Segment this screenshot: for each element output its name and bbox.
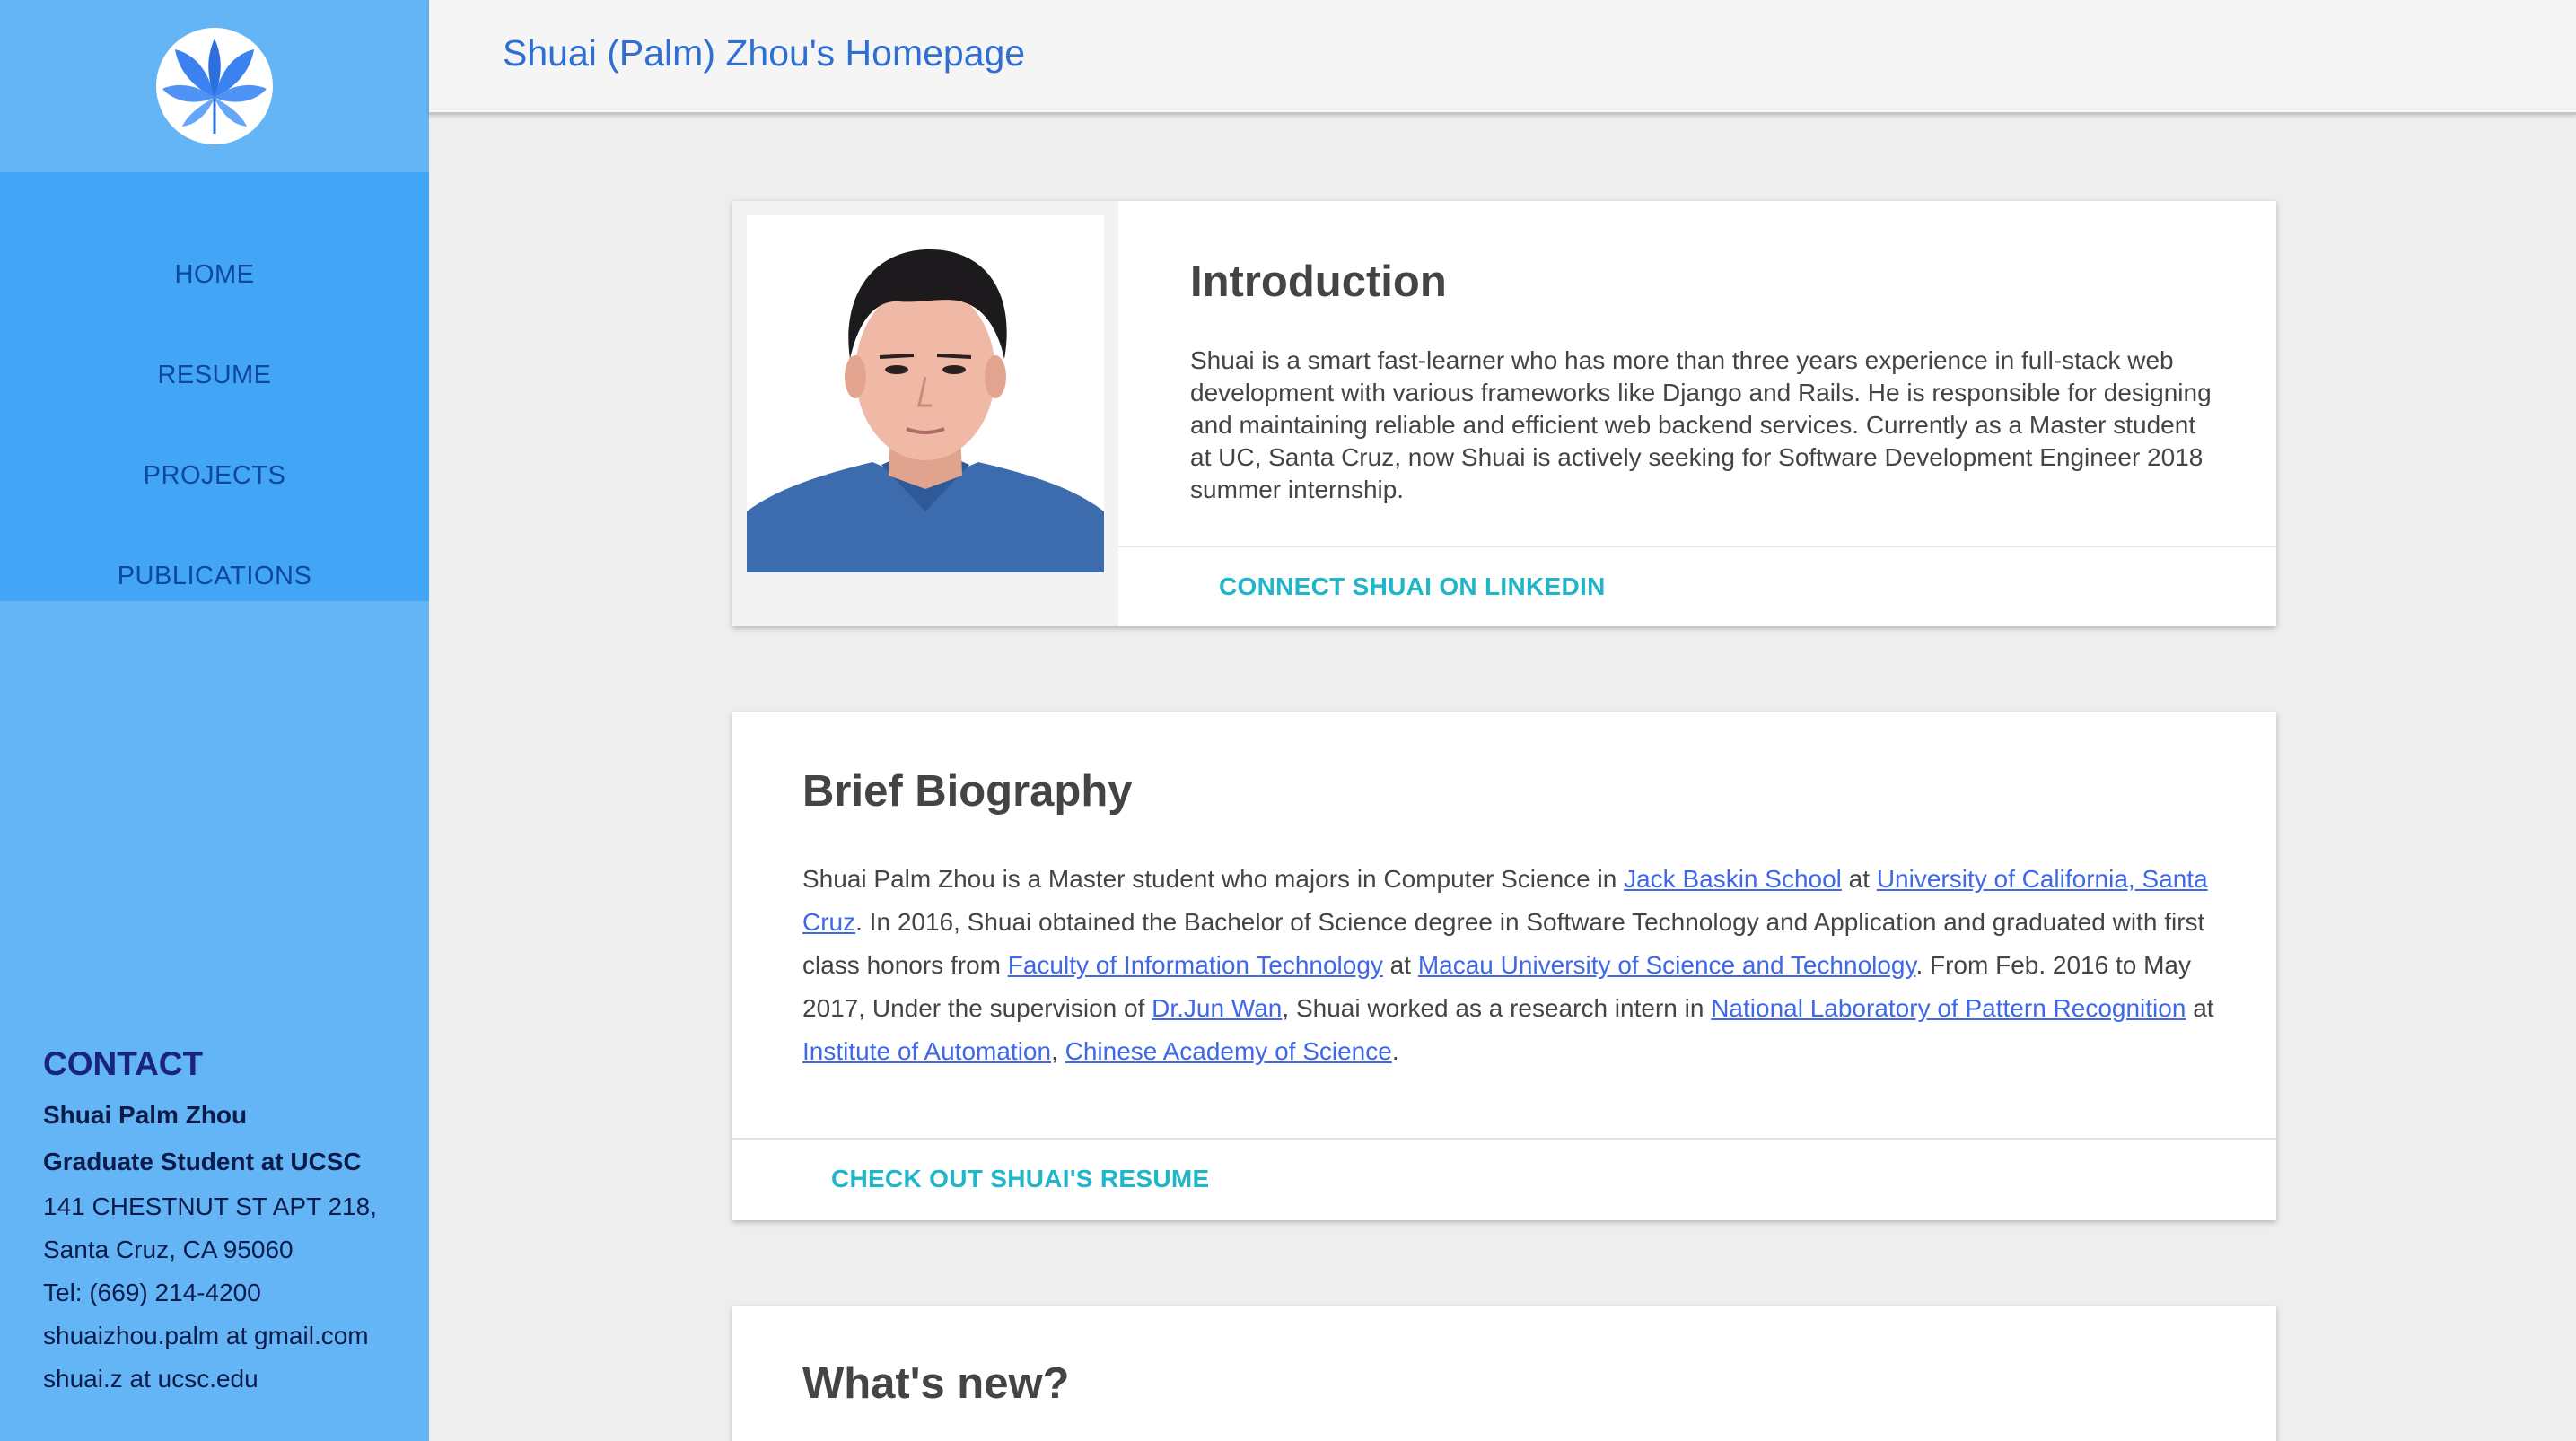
link-faculty-of-information-technology[interactable]: Faculty of Information Technology xyxy=(1008,951,1383,979)
bio-text-segment: , xyxy=(1051,1037,1065,1065)
contact-role: Graduate Student at UCSC xyxy=(43,1148,362,1175)
contact-tel: Tel: (669) 214-4200 xyxy=(43,1279,261,1306)
bio-text-segment: at xyxy=(1841,865,1877,893)
link-jack-baskin-school[interactable]: Jack Baskin School xyxy=(1624,865,1842,893)
bio-text-segment: at xyxy=(1382,951,1418,979)
nav-item-projects[interactable]: PROJECTS xyxy=(0,425,429,526)
bio-text-segment: . xyxy=(1391,1037,1399,1065)
profile-photo-panel xyxy=(732,201,1118,626)
sidebar: HOME RESUME PROJECTS PUBLICATIONS CONTAC… xyxy=(0,0,429,1441)
leaf-logo-icon[interactable] xyxy=(156,28,273,144)
page-title[interactable]: Shuai (Palm) Zhou's Homepage xyxy=(503,32,1025,74)
contact-address-line1: 141 CHESTNUT ST APT 218, xyxy=(43,1192,377,1220)
link-macau-university[interactable]: Macau University of Science and Technolo… xyxy=(1418,951,1916,979)
logo-area xyxy=(0,0,429,172)
page: HOME RESUME PROJECTS PUBLICATIONS CONTAC… xyxy=(0,0,2576,1441)
check-out-resume-button[interactable]: CHECK OUT SHUAI'S RESUME xyxy=(831,1165,1209,1193)
introduction-content: Introduction Shuai is a smart fast-learn… xyxy=(1118,201,2276,626)
link-institute-of-automation[interactable]: Institute of Automation xyxy=(802,1037,1051,1065)
contact-address-line2: Santa Cruz, CA 95060 xyxy=(43,1236,294,1263)
contact-title: CONTACT xyxy=(43,1045,204,1082)
biography-title: Brief Biography xyxy=(802,767,1133,816)
biography-divider xyxy=(732,1138,2276,1140)
introduction-text: Shuai is a smart fast-learner who has mo… xyxy=(1190,346,2212,503)
contact-name: Shuai Palm Zhou xyxy=(43,1101,248,1129)
introduction-divider xyxy=(1118,546,2276,547)
nav-item-home[interactable]: HOME xyxy=(0,224,429,325)
bio-text-segment: Shuai Palm Zhou is a Master student who … xyxy=(802,865,1625,893)
contact-section: CONTACT Shuai Palm Zhou Graduate Student… xyxy=(43,1045,377,1401)
connect-linkedin-button[interactable]: CONNECT SHUAI ON LINKEDIN xyxy=(1219,572,1606,601)
profile-photo xyxy=(747,215,1104,572)
introduction-title: Introduction xyxy=(1190,258,1447,306)
whats-new-card: What's new? xyxy=(732,1306,2276,1441)
biography-card: Brief Biography Shuai Palm Zhou is a Mas… xyxy=(732,712,2276,1220)
link-national-laboratory-pattern-recognition[interactable]: National Laboratory of Pattern Recogniti… xyxy=(1711,994,2186,1022)
contact-email-gmail: shuaizhou.palm at gmail.com xyxy=(43,1322,369,1349)
contact-email-ucsc: shuai.z at ucsc.edu xyxy=(43,1365,258,1393)
top-header: Shuai (Palm) Zhou's Homepage xyxy=(429,0,2576,115)
introduction-card: Introduction Shuai is a smart fast-learn… xyxy=(732,201,2276,626)
biography-text: Shuai Palm Zhou is a Master student who … xyxy=(802,858,2221,1073)
link-chinese-academy-of-science[interactable]: Chinese Academy of Science xyxy=(1065,1037,1392,1065)
nav-item-resume[interactable]: RESUME xyxy=(0,325,429,425)
bio-text-segment: at xyxy=(2186,994,2214,1022)
link-dr-jun-wan[interactable]: Dr.Jun Wan xyxy=(1152,994,1282,1022)
sidebar-nav: HOME RESUME PROJECTS PUBLICATIONS xyxy=(0,172,429,601)
bio-text-segment: , Shuai worked as a research intern in xyxy=(1282,994,1712,1022)
whats-new-title: What's new? xyxy=(802,1359,1070,1408)
nav-item-publications[interactable]: PUBLICATIONS xyxy=(0,526,429,626)
